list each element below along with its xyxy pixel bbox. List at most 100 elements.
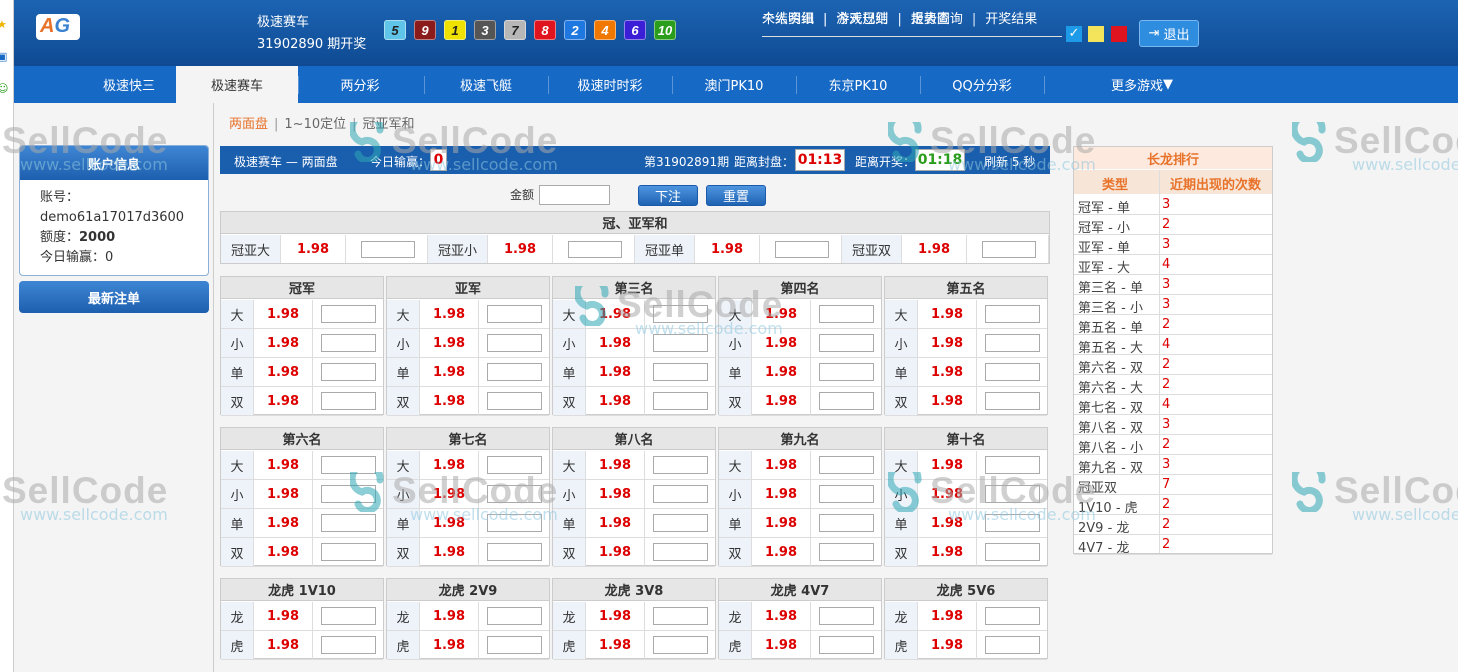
odds-value[interactable]: 1.98 bbox=[586, 451, 645, 479]
tab-two-side[interactable]: 两面盘 bbox=[229, 117, 268, 132]
bet-amount-input[interactable] bbox=[985, 305, 1040, 323]
bet-amount-input[interactable] bbox=[487, 363, 542, 381]
bet-amount-input[interactable] bbox=[653, 543, 708, 561]
tab-guanya-sum[interactable]: 冠亚军和 bbox=[363, 117, 415, 132]
nav-tab[interactable]: 东京PK10 bbox=[796, 66, 920, 103]
bet-amount-input[interactable] bbox=[653, 392, 708, 410]
bet-amount-input[interactable] bbox=[487, 392, 542, 410]
bet-amount-input[interactable] bbox=[321, 607, 376, 625]
odds-value[interactable]: 1.98 bbox=[586, 329, 645, 357]
bet-amount-input[interactable] bbox=[985, 543, 1040, 561]
bet-amount-input[interactable] bbox=[819, 305, 874, 323]
odds-value[interactable]: 1.98 bbox=[254, 300, 313, 328]
bet-amount-input[interactable] bbox=[653, 607, 708, 625]
bet-amount-input[interactable] bbox=[653, 456, 708, 474]
bet-amount-input[interactable] bbox=[487, 636, 542, 654]
odds-value[interactable]: 1.98 bbox=[254, 602, 313, 630]
nav-tab[interactable]: QQ分分彩 bbox=[920, 66, 1044, 103]
odds-value[interactable]: 1.98 bbox=[420, 329, 479, 357]
bet-amount-input[interactable] bbox=[653, 485, 708, 503]
bet-amount-input[interactable] bbox=[653, 334, 708, 352]
odds-value[interactable]: 1.98 bbox=[420, 602, 479, 630]
bet-amount-input[interactable] bbox=[361, 241, 415, 258]
amount-input[interactable] bbox=[539, 185, 610, 205]
odds-value[interactable]: 1.98 bbox=[586, 538, 645, 566]
top-link[interactable]: 个人资讯 bbox=[762, 8, 814, 36]
odds-value[interactable]: 1.98 bbox=[586, 602, 645, 630]
odds-value[interactable]: 1.98 bbox=[752, 602, 811, 630]
bet-amount-input[interactable] bbox=[985, 334, 1040, 352]
bet-amount-input[interactable] bbox=[985, 485, 1040, 503]
odds-value[interactable]: 1.98 bbox=[586, 387, 645, 415]
odds-value[interactable]: 1.98 bbox=[420, 538, 479, 566]
bet-amount-input[interactable] bbox=[985, 456, 1040, 474]
odds-value[interactable]: 1.98 bbox=[586, 509, 645, 537]
odds-value[interactable]: 1.98 bbox=[488, 235, 553, 263]
refresh-timer[interactable]: 刷新 5 秒 bbox=[984, 153, 1035, 170]
odds-value[interactable]: 1.98 bbox=[918, 631, 977, 659]
odds-value[interactable]: 1.98 bbox=[752, 358, 811, 386]
bet-amount-input[interactable] bbox=[985, 363, 1040, 381]
tab-position[interactable]: 1~10定位 bbox=[284, 117, 346, 132]
bet-amount-input[interactable] bbox=[487, 543, 542, 561]
odds-value[interactable]: 1.98 bbox=[918, 538, 977, 566]
bet-amount-input[interactable] bbox=[819, 514, 874, 532]
bet-amount-input[interactable] bbox=[321, 514, 376, 532]
bet-amount-input[interactable] bbox=[985, 514, 1040, 532]
odds-value[interactable]: 1.98 bbox=[918, 451, 977, 479]
bet-amount-input[interactable] bbox=[321, 485, 376, 503]
theme-yellow-swatch[interactable] bbox=[1088, 26, 1104, 42]
bet-amount-input[interactable] bbox=[819, 334, 874, 352]
odds-value[interactable]: 1.98 bbox=[752, 329, 811, 357]
bet-amount-input[interactable] bbox=[487, 607, 542, 625]
bet-amount-input[interactable] bbox=[819, 607, 874, 625]
ag-logo[interactable]: AG bbox=[36, 14, 80, 40]
nav-tab[interactable]: 极速飞艇 bbox=[424, 66, 548, 103]
odds-value[interactable]: 1.98 bbox=[254, 329, 313, 357]
odds-value[interactable]: 1.98 bbox=[752, 300, 811, 328]
bet-amount-input[interactable] bbox=[819, 485, 874, 503]
odds-value[interactable]: 1.98 bbox=[586, 300, 645, 328]
bet-amount-input[interactable] bbox=[487, 456, 542, 474]
bet-amount-input[interactable] bbox=[982, 241, 1036, 258]
odds-value[interactable]: 1.98 bbox=[420, 480, 479, 508]
odds-value[interactable]: 1.98 bbox=[752, 387, 811, 415]
nav-tab[interactable]: 更多游戏 ▼ bbox=[1044, 66, 1240, 103]
submit-bet-button[interactable]: 下注 bbox=[638, 185, 698, 206]
top-link[interactable]: 走势图 bbox=[911, 8, 950, 36]
bet-amount-input[interactable] bbox=[819, 363, 874, 381]
odds-value[interactable]: 1.98 bbox=[254, 631, 313, 659]
odds-value[interactable]: 1.98 bbox=[420, 300, 479, 328]
odds-value[interactable]: 1.98 bbox=[254, 480, 313, 508]
logout-button[interactable]: ⇥ 退出 bbox=[1139, 20, 1199, 47]
bet-amount-input[interactable] bbox=[321, 392, 376, 410]
theme-red-swatch[interactable] bbox=[1111, 26, 1127, 42]
bet-amount-input[interactable] bbox=[321, 636, 376, 654]
theme-blue-checkbox[interactable]: ✓ bbox=[1066, 26, 1082, 42]
bet-amount-input[interactable] bbox=[487, 305, 542, 323]
odds-value[interactable]: 1.98 bbox=[752, 631, 811, 659]
latest-bets-button[interactable]: 最新注单 bbox=[19, 281, 209, 313]
odds-value[interactable]: 1.98 bbox=[918, 602, 977, 630]
bet-amount-input[interactable] bbox=[653, 363, 708, 381]
odds-value[interactable]: 1.98 bbox=[918, 387, 977, 415]
odds-value[interactable]: 1.98 bbox=[254, 358, 313, 386]
odds-value[interactable]: 1.98 bbox=[420, 451, 479, 479]
odds-value[interactable]: 1.98 bbox=[695, 235, 760, 263]
bet-amount-input[interactable] bbox=[819, 392, 874, 410]
nav-tab[interactable]: 极速快三 bbox=[74, 66, 184, 103]
odds-value[interactable]: 1.98 bbox=[918, 480, 977, 508]
odds-value[interactable]: 1.98 bbox=[918, 509, 977, 537]
odds-value[interactable]: 1.98 bbox=[918, 358, 977, 386]
bet-amount-input[interactable] bbox=[321, 305, 376, 323]
nav-tab[interactable]: 两分彩 bbox=[298, 66, 422, 103]
nav-tab[interactable]: 极速赛车 bbox=[176, 66, 298, 103]
odds-value[interactable]: 1.98 bbox=[752, 480, 811, 508]
bet-amount-input[interactable] bbox=[653, 305, 708, 323]
bet-amount-input[interactable] bbox=[321, 543, 376, 561]
odds-value[interactable]: 1.98 bbox=[586, 631, 645, 659]
bet-amount-input[interactable] bbox=[985, 636, 1040, 654]
bet-amount-input[interactable] bbox=[321, 363, 376, 381]
odds-value[interactable]: 1.98 bbox=[902, 235, 967, 263]
odds-value[interactable]: 1.98 bbox=[586, 480, 645, 508]
